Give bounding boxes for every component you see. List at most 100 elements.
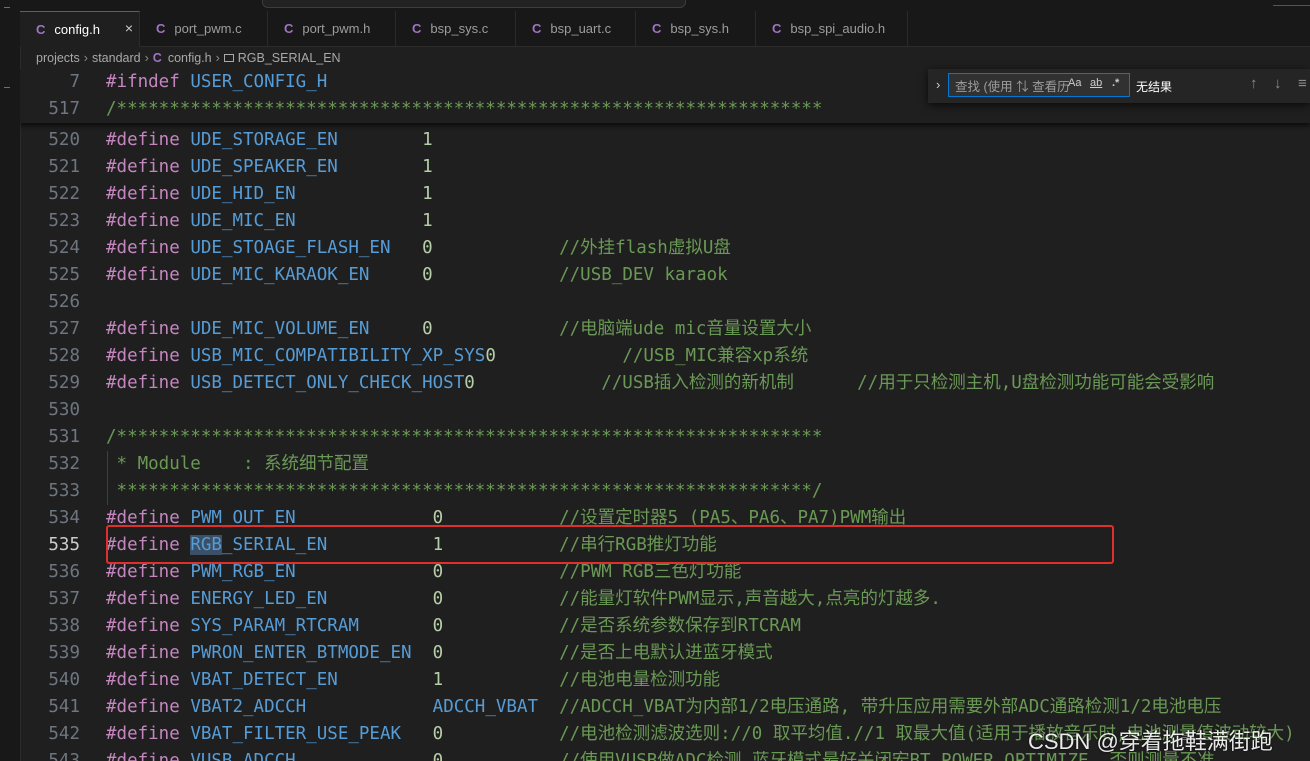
code-text: #define PWRON_ENTER_BTMODE_EN 0 //是否上电默认… [106, 640, 773, 667]
code-line[interactable]: 528 #define USB_MIC_COMPATIBILITY_XP_SYS0… [20, 343, 1310, 370]
match-case-icon[interactable]: Aa [1068, 77, 1081, 89]
indent-guide [107, 451, 108, 505]
preprocessor-keyword: #define [106, 751, 180, 761]
c-file-icon: C [156, 21, 166, 36]
code-text: #define USB_DETECT_ONLY_CHECK_HOST0 //US… [106, 370, 1214, 397]
macro-value: 0 [422, 319, 433, 339]
preprocessor-keyword: #define [106, 346, 180, 366]
line-number: 517 [48, 99, 80, 119]
line-comment: //是否系统参数保存到RTCRAM [559, 616, 801, 636]
window-control[interactable] [1273, 0, 1310, 6]
tab-port-pwm-h[interactable]: Cport_pwm.h [268, 11, 396, 46]
c-file-icon: C [284, 21, 294, 36]
tab-bsp-sys-h[interactable]: Cbsp_sys.h [636, 11, 756, 46]
close-icon[interactable]: × [125, 20, 133, 36]
code-line[interactable]: 524 #define UDE_STOAGE_FLASH_EN 0 //外挂fla… [20, 235, 1310, 262]
chevron-right-icon: › [144, 51, 149, 65]
code-text: #define UDE_MIC_EN 1 [106, 208, 433, 235]
next-match-arrow-down-icon[interactable]: ↓ [1274, 75, 1282, 92]
activity-tick [4, 87, 10, 88]
macro-value: 0 [432, 562, 444, 582]
find-result-count: 无结果 [1136, 80, 1173, 94]
code-line[interactable]: 539 #define PWRON_ENTER_BTMODE_EN 0 //是否上… [20, 640, 1310, 667]
code-line[interactable]: 538 #define SYS_PARAM_RTCRAM 0 //是否系统参数保存… [20, 613, 1310, 640]
find-widget: › 查找 (使用 ⇅ 查看历 Aa ab .* 无结果 ↑ ↓ ≡ [928, 69, 1310, 103]
tab-label: config.h [54, 22, 100, 37]
command-center[interactable] [262, 0, 686, 8]
code-text: #define ENERGY_LED_EN 0 //能量灯软件PWM显示,声音越… [106, 586, 941, 613]
find-input[interactable]: 查找 (使用 ⇅ 查看历 [948, 73, 1130, 97]
line-comment: //ADCCH_VBAT为内部1/2电压通路, 带升压应用需要外部ADC通路检测… [559, 697, 1222, 717]
line-comment: //USB_MIC兼容xp系统 [622, 346, 809, 366]
code-line[interactable]: 531 /************************************… [20, 424, 1310, 451]
code-line[interactable]: 540 #define VBAT_DETECT_EN 1 //电池电量检测功能 [20, 667, 1310, 694]
code-line[interactable]: 527 #define UDE_MIC_VOLUME_EN 0 //电脑端ude … [20, 316, 1310, 343]
code-line[interactable]: 520 #define UDE_STORAGE_EN 1 [20, 127, 1310, 154]
code-line[interactable]: 526 [20, 289, 1310, 316]
code-line[interactable]: 521 #define UDE_SPEAKER_EN 1 [20, 154, 1310, 181]
code-editor[interactable]: 7 #ifndef USER_CONFIG_H 517 /**************… [20, 69, 1310, 761]
tab-bsp-sys-c[interactable]: Cbsp_sys.c [396, 11, 516, 46]
code-line[interactable]: 529 #define USB_DETECT_ONLY_CHECK_HOST0 /… [20, 370, 1310, 397]
code-line[interactable]: 525 #define UDE_MIC_KARAOK_EN 0 //USB_DEV… [20, 262, 1310, 289]
macro-value: 1 [422, 130, 433, 150]
line-comment: //USB插入检测的新机制 //用于只检测主机,U盘检测功能可能会受影响 [601, 373, 1215, 393]
code-text: #ifndef USER_CONFIG_H [106, 69, 327, 96]
macro-name: UDE_HID_EN [190, 184, 296, 204]
tab-label: bsp_spi_audio.h [790, 21, 886, 36]
breadcrumb-symbol[interactable]: RGB_SERIAL_EN [238, 51, 341, 65]
code-text: * Module : 系统细节配置 [106, 451, 370, 478]
macro-name: ENERGY_LED_EN [190, 589, 328, 609]
line-comment: //电池电量检测功能 [559, 670, 721, 690]
macro-value: 1 [422, 211, 433, 231]
line-number: 536 [48, 562, 80, 582]
tab-label: bsp_sys.h [670, 21, 729, 36]
code-text: #define UDE_STOAGE_FLASH_EN 0 //外挂flash虚… [106, 235, 731, 262]
code-line[interactable]: 530 [20, 397, 1310, 424]
code-line[interactable]: 532 * Module : 系统细节配置 [20, 451, 1310, 478]
macro-name: PWRON_ENTER_BTMODE_EN [190, 643, 412, 663]
code-text: /***************************************… [106, 96, 822, 123]
line-number: 530 [48, 400, 80, 420]
code-line[interactable]: 537 #define ENERGY_LED_EN 0 //能量灯软件PWM显示,… [20, 586, 1310, 613]
tab-label: port_pwm.h [302, 21, 371, 36]
preprocessor-keyword: #define [106, 184, 180, 204]
line-comment: //电脑端ude mic音量设置大小 [559, 319, 812, 339]
tab-port-pwm-c[interactable]: Cport_pwm.c [140, 11, 268, 46]
breadcrumb-folder-standard[interactable]: standard [92, 51, 141, 65]
code-text: ****************************************… [106, 478, 823, 505]
preprocessor-keyword: #define [106, 130, 180, 150]
c-file-icon: C [152, 51, 162, 65]
title-bar [20, 0, 1310, 11]
line-number: 7 [69, 72, 80, 92]
preprocessor-keyword: #define [106, 670, 180, 690]
activity-tick [4, 7, 10, 8]
use-regex-icon[interactable]: .* [1112, 77, 1119, 89]
previous-match-arrow-up-icon[interactable]: ↑ [1250, 75, 1258, 92]
preprocessor-keyword: #define [106, 643, 180, 663]
macro-name: USB_MIC_COMPATIBILITY_XP_SYS [190, 346, 486, 366]
macro-value: 0 [432, 589, 444, 609]
breadcrumb-file[interactable]: config.h [168, 51, 212, 65]
code-line[interactable]: 522 #define UDE_HID_EN 1 [20, 181, 1310, 208]
tab-bsp-uart-c[interactable]: Cbsp_uart.c [516, 11, 636, 46]
macro-value: 0 [432, 643, 444, 663]
c-file-icon: C [532, 21, 542, 36]
code-line[interactable]: 541 #define VBAT2_ADCCH ADCCH_VBAT //ADCC… [20, 694, 1310, 721]
match-whole-word-icon[interactable]: ab [1090, 77, 1102, 89]
line-number: 527 [48, 319, 80, 339]
line-number: 529 [48, 373, 80, 393]
preprocessor-keyword: #define [106, 697, 180, 717]
line-number: 543 [48, 751, 80, 761]
find-in-selection-icon[interactable]: ≡ [1298, 75, 1307, 92]
toggle-replace-chevron-icon[interactable]: › [936, 77, 940, 92]
tab-config-h[interactable]: Cconfig.h × [20, 11, 140, 47]
preprocessor-keyword: #define [106, 616, 180, 636]
tab-bsp-spi-audio-h[interactable]: Cbsp_spi_audio.h [756, 11, 908, 46]
line-comment: //PWM RGB三色灯功能 [559, 562, 742, 582]
line-number: 538 [48, 616, 80, 636]
macro-value: 0 [464, 373, 475, 393]
code-line[interactable]: 523 #define UDE_MIC_EN 1 [20, 208, 1310, 235]
breadcrumb-folder-projects[interactable]: projects [36, 51, 80, 65]
code-line[interactable]: 533 ************************************… [20, 478, 1310, 505]
